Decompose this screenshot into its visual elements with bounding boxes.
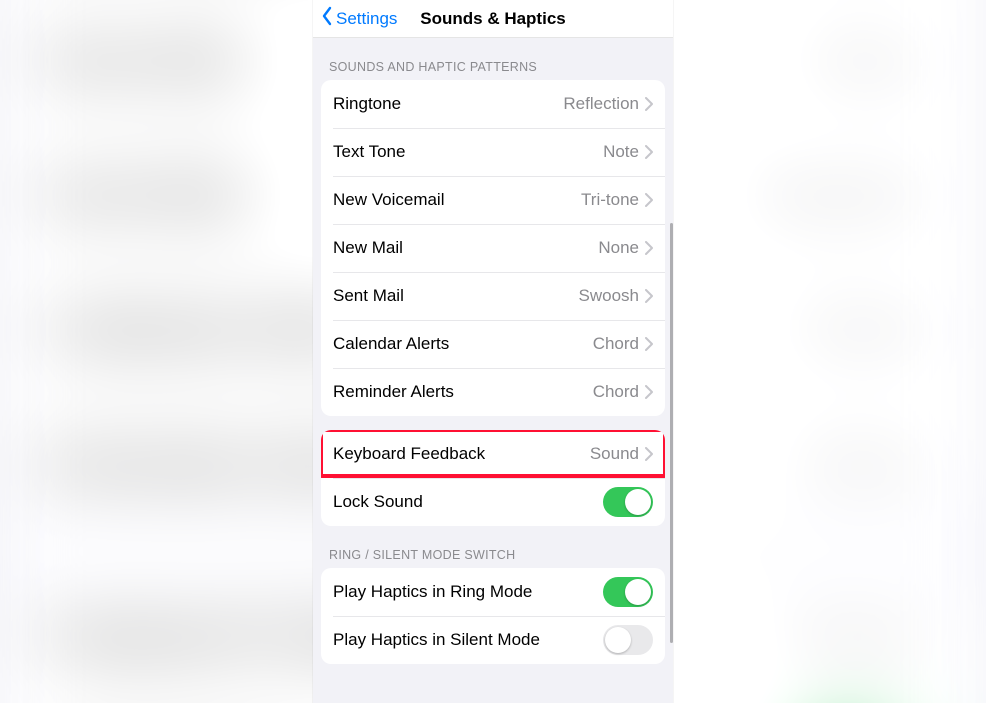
page-title: Sounds & Haptics — [420, 9, 565, 29]
chevron-right-icon — [645, 145, 653, 159]
scroll-indicator — [670, 223, 673, 643]
row-label: New Voicemail — [333, 190, 581, 210]
chevron-right-icon — [645, 447, 653, 461]
nav-bar: Settings Sounds & Haptics — [313, 0, 673, 38]
row-value: Chord — [593, 382, 639, 402]
row-value: None — [598, 238, 639, 258]
row-reminder-alerts[interactable]: Reminder Alerts Chord — [321, 368, 665, 416]
row-label: Play Haptics in Ring Mode — [333, 582, 603, 602]
back-button[interactable]: Settings — [321, 0, 397, 37]
section-header-ring-silent: RING / SILENT MODE SWITCH — [321, 526, 665, 568]
chevron-right-icon — [645, 241, 653, 255]
row-value: Reflection — [563, 94, 639, 114]
row-label: Ringtone — [333, 94, 563, 114]
row-sent-mail[interactable]: Sent Mail Swoosh — [321, 272, 665, 320]
content-area: SOUNDS AND HAPTIC PATTERNS Ringtone Refl… — [313, 38, 673, 703]
row-label: Text Tone — [333, 142, 603, 162]
row-value: Swoosh — [579, 286, 639, 306]
row-label: Play Haptics in Silent Mode — [333, 630, 603, 650]
row-label: Lock Sound — [333, 492, 603, 512]
row-value: Sound — [590, 444, 639, 464]
row-value: Tri-tone — [581, 190, 639, 210]
chevron-right-icon — [645, 385, 653, 399]
chevron-left-icon — [321, 6, 333, 31]
group-ring-silent: Play Haptics in Ring Mode Play Haptics i… — [321, 568, 665, 664]
row-text-tone[interactable]: Text Tone Note — [321, 128, 665, 176]
row-new-mail[interactable]: New Mail None — [321, 224, 665, 272]
row-label: New Mail — [333, 238, 598, 258]
row-label: Calendar Alerts — [333, 334, 593, 354]
chevron-right-icon — [645, 289, 653, 303]
row-calendar-alerts[interactable]: Calendar Alerts Chord — [321, 320, 665, 368]
haptics-silent-toggle[interactable] — [603, 625, 653, 655]
row-label: Sent Mail — [333, 286, 579, 306]
row-haptics-ring[interactable]: Play Haptics in Ring Mode — [321, 568, 665, 616]
row-ringtone[interactable]: Ringtone Reflection — [321, 80, 665, 128]
chevron-right-icon — [645, 97, 653, 111]
phone-screen: Settings Sounds & Haptics SOUNDS AND HAP… — [313, 0, 673, 703]
section-header-patterns: SOUNDS AND HAPTIC PATTERNS — [321, 38, 665, 80]
chevron-right-icon — [645, 337, 653, 351]
row-lock-sound[interactable]: Lock Sound — [321, 478, 665, 526]
row-label: Keyboard Feedback — [333, 444, 590, 464]
haptics-ring-toggle[interactable] — [603, 577, 653, 607]
back-label: Settings — [336, 9, 397, 29]
row-haptics-silent[interactable]: Play Haptics in Silent Mode — [321, 616, 665, 664]
row-value: Note — [603, 142, 639, 162]
row-keyboard-feedback[interactable]: Keyboard Feedback Sound — [321, 430, 665, 478]
group-sounds-patterns: Ringtone Reflection Text Tone Note — [321, 80, 665, 416]
lock-sound-toggle[interactable] — [603, 487, 653, 517]
row-value: Chord — [593, 334, 639, 354]
group-keyboard-lock: Keyboard Feedback Sound Lock Sound — [321, 430, 665, 526]
chevron-right-icon — [645, 193, 653, 207]
row-label: Reminder Alerts — [333, 382, 593, 402]
row-new-voicemail[interactable]: New Voicemail Tri-tone — [321, 176, 665, 224]
